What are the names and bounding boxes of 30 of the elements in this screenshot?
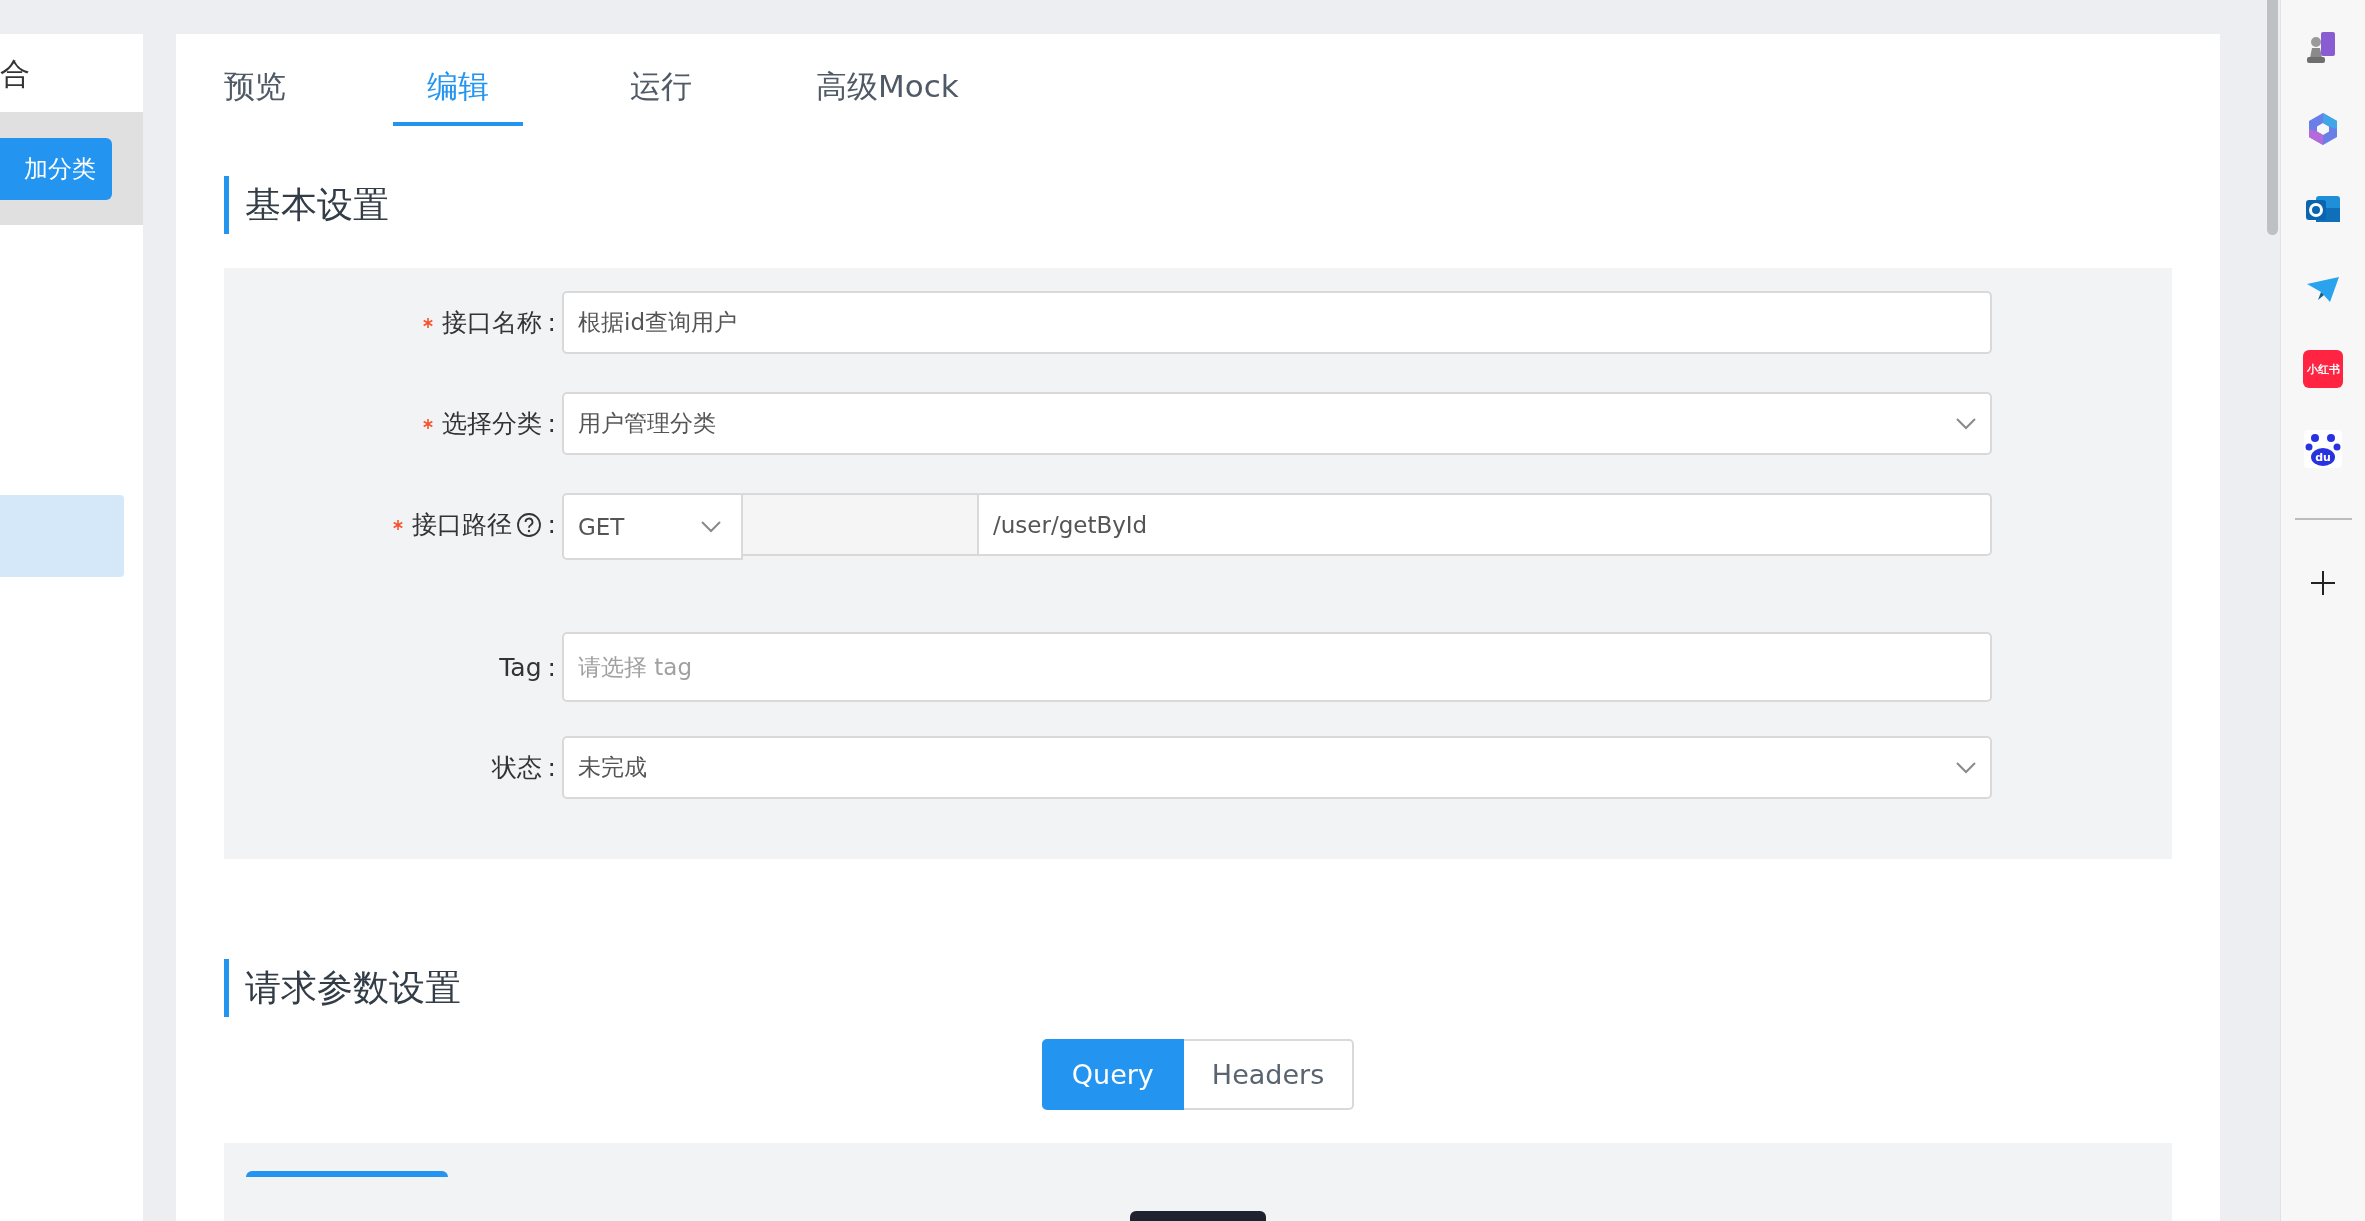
text-field[interactable]: 根据id查询用户: [562, 291, 1992, 354]
colon: :: [547, 308, 556, 337]
tab[interactable]: 预览: [207, 66, 303, 126]
select-field[interactable]: 未完成: [562, 736, 1992, 799]
collection-title: 合: [0, 55, 30, 93]
tab[interactable]: 运行: [613, 66, 709, 126]
method-select[interactable]: GET: [562, 493, 743, 560]
colon: :: [547, 510, 556, 539]
chevron-down-icon: [1956, 417, 1976, 430]
section-heading: 请求参数设置: [224, 959, 2172, 1017]
add-icon[interactable]: [2310, 570, 2336, 596]
section-heading: 基本设置: [224, 176, 2172, 234]
field-label: 状态: [491, 752, 542, 784]
select-field[interactable]: 用户管理分类: [562, 392, 1992, 455]
colon: :: [547, 652, 556, 682]
note-app-icon[interactable]: 小红书: [2303, 350, 2343, 388]
field-label: 接口名称: [441, 307, 542, 339]
chevron-down-icon: [701, 520, 721, 533]
field-label: 接口路径: [411, 509, 512, 541]
segment-button[interactable]: Headers: [1183, 1039, 1355, 1110]
colon: :: [547, 409, 556, 438]
path-field[interactable]: /user/getById: [979, 493, 1992, 556]
paw-icon[interactable]: du: [2304, 430, 2342, 468]
field-label: Tag: [499, 652, 542, 682]
help-icon[interactable]: [515, 511, 542, 538]
field-label: 选择分类: [441, 408, 542, 440]
scrollbar-thumb[interactable]: [2267, 0, 2278, 235]
tab[interactable]: 高级Mock: [799, 66, 976, 126]
colon: :: [547, 753, 556, 782]
chevron-down-icon: [1956, 761, 1976, 774]
